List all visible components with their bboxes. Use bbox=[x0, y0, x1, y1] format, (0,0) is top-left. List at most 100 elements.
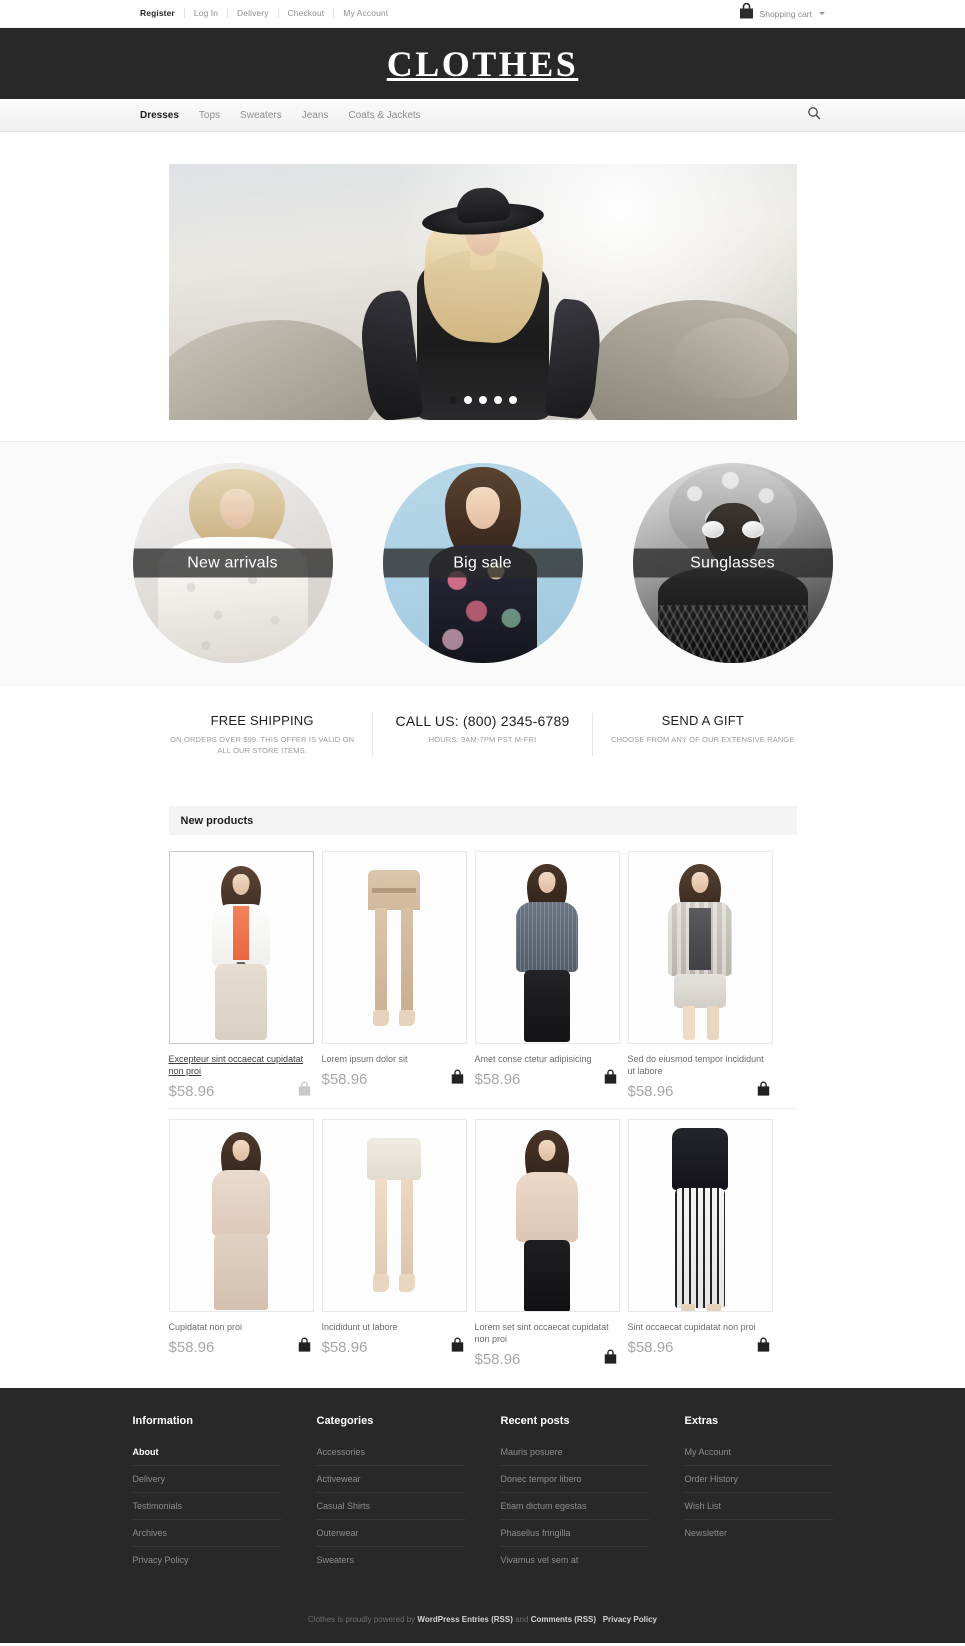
product-card[interactable]: Lorem ipsum dolor sit $58.96 bbox=[321, 851, 467, 1102]
product-card[interactable]: Sed do eiusmod tempor incididunt ut labo… bbox=[627, 851, 773, 1102]
footer-link-my-account[interactable]: My Account bbox=[685, 1439, 833, 1465]
nav-item-jeans[interactable]: Jeans bbox=[292, 109, 339, 122]
product-thumbnail[interactable] bbox=[321, 1119, 467, 1312]
product-name[interactable]: Sed do eiusmod tempor incididunt ut labo… bbox=[628, 1053, 773, 1077]
footer-link-wish-list[interactable]: Wish List bbox=[685, 1493, 833, 1519]
product-card[interactable]: Amet conse ctetur adipisicing $58.96 bbox=[474, 851, 620, 1102]
topnav-login[interactable]: Log In bbox=[183, 8, 227, 19]
footer-link-phasellus-fringilla[interactable]: Phasellus fringilla bbox=[501, 1520, 649, 1546]
product-name[interactable]: Cupidatat non proi bbox=[169, 1321, 314, 1333]
product-price: $58.96 bbox=[627, 1082, 674, 1100]
product-card[interactable]: Lorem set sint occaecat cupidatat non pr… bbox=[474, 1119, 620, 1370]
add-to-cart-icon[interactable] bbox=[450, 1069, 465, 1090]
search-button[interactable] bbox=[803, 105, 825, 127]
product-card[interactable]: Cupidatat non proi $58.96 bbox=[168, 1119, 314, 1370]
slider-dot-3[interactable] bbox=[478, 396, 487, 404]
site-logo[interactable]: CLOTHES bbox=[387, 46, 579, 82]
footer-link-outerwear[interactable]: Outerwear bbox=[317, 1520, 465, 1546]
footer-link-mauris-posuere[interactable]: Mauris posuere bbox=[501, 1439, 649, 1465]
slider-pagination[interactable] bbox=[448, 396, 517, 404]
footer-link-testimonials[interactable]: Testimonials bbox=[133, 1493, 281, 1519]
product-name[interactable]: Lorem set sint occaecat cupidatat non pr… bbox=[475, 1321, 620, 1345]
footer-link-accessories[interactable]: Accessories bbox=[317, 1439, 465, 1465]
list-item: Testimonials bbox=[132, 1493, 281, 1520]
product-price: $58.96 bbox=[321, 1070, 368, 1088]
slider-dot-5[interactable] bbox=[508, 396, 517, 404]
topnav-register[interactable]: Register bbox=[140, 8, 184, 19]
topnav-checkout[interactable]: Checkout bbox=[277, 8, 334, 19]
info-call-us: CALL US: (800) 2345-6789 HOURS: 9AM-7PM … bbox=[371, 713, 592, 756]
add-to-cart-icon[interactable] bbox=[603, 1069, 618, 1090]
slider-dot-2[interactable] bbox=[463, 396, 472, 404]
add-to-cart-icon[interactable] bbox=[450, 1337, 465, 1358]
copyright-link-comments-rss[interactable]: Comments (RSS) bbox=[531, 1615, 596, 1624]
product-card[interactable]: Excepteur sint occaecat cupidatat non pr… bbox=[168, 851, 314, 1102]
footer-link-archives[interactable]: Archives bbox=[133, 1520, 281, 1546]
add-to-cart-icon[interactable] bbox=[603, 1349, 618, 1370]
product-thumbnail[interactable] bbox=[168, 1119, 314, 1312]
product-thumbnail[interactable] bbox=[321, 851, 467, 1044]
shopping-cart-button[interactable]: Shopping cart bbox=[738, 2, 825, 25]
footer-link-activewear[interactable]: Activewear bbox=[317, 1466, 465, 1492]
footer-link-order-history[interactable]: Order History bbox=[685, 1466, 833, 1492]
nav-item-sweaters[interactable]: Sweaters bbox=[230, 109, 292, 122]
product-name[interactable]: Sint occaecat cupidatat non proi bbox=[628, 1321, 773, 1333]
product-thumbnail[interactable] bbox=[474, 1119, 620, 1312]
list-item: Archives bbox=[132, 1520, 281, 1547]
topnav-my-account[interactable]: My Account bbox=[333, 8, 397, 19]
slider-dot-4[interactable] bbox=[493, 396, 502, 404]
footer-link-privacy-policy[interactable]: Privacy Policy bbox=[133, 1547, 281, 1573]
topnav-delivery[interactable]: Delivery bbox=[227, 8, 278, 19]
footer-link-sweaters[interactable]: Sweaters bbox=[317, 1547, 465, 1573]
copyright-prefix: Clothes is proudly powered by bbox=[308, 1615, 416, 1624]
footer-link-delivery[interactable]: Delivery bbox=[133, 1466, 281, 1492]
category-label-big-sale: Big sale bbox=[453, 554, 512, 571]
product-card[interactable]: Incididunt ut labore $58.96 bbox=[321, 1119, 467, 1370]
nav-item-coats-jackets[interactable]: Coats & Jackets bbox=[338, 109, 430, 122]
nav-item-tops[interactable]: Tops bbox=[189, 109, 230, 122]
shopping-cart-label: Shopping cart bbox=[759, 8, 812, 19]
footer-link-newsletter[interactable]: Newsletter bbox=[685, 1520, 833, 1546]
copyright-link-wordpress-entries[interactable]: WordPress Entries (RSS) bbox=[417, 1615, 512, 1624]
shopping-bag-icon bbox=[738, 2, 755, 25]
product-name[interactable]: Excepteur sint occaecat cupidatat non pr… bbox=[169, 1053, 314, 1077]
slider-dot-1[interactable] bbox=[448, 396, 457, 404]
category-label-band: Sunglasses bbox=[632, 548, 833, 578]
footer-heading-categories: Categories bbox=[316, 1415, 374, 1427]
footer-copyright: Clothes is proudly powered by WordPress … bbox=[0, 1597, 965, 1643]
product-thumbnail[interactable] bbox=[627, 851, 773, 1044]
product-grid-row-2: Cupidatat non proi $58.96 Incididunt ut … bbox=[168, 1119, 797, 1370]
product-thumbnail[interactable] bbox=[168, 851, 314, 1044]
hero-slider[interactable] bbox=[168, 164, 797, 420]
footer-column-information: Information About Delivery Testimonials … bbox=[132, 1414, 281, 1573]
add-to-cart-icon[interactable] bbox=[297, 1337, 312, 1358]
product-thumbnail[interactable] bbox=[474, 851, 620, 1044]
add-to-cart-icon[interactable] bbox=[756, 1081, 771, 1102]
footer-link-donec-tempor-libero[interactable]: Donec tempor libero bbox=[501, 1466, 649, 1492]
category-new-arrivals[interactable]: New arrivals bbox=[132, 463, 333, 663]
footer-link-etiam-dictum-egestas[interactable]: Etiam dictum egestas bbox=[501, 1493, 649, 1519]
info-title-send-a-gift: SEND A GIFT bbox=[661, 713, 745, 728]
product-name[interactable]: Incididunt ut labore bbox=[322, 1321, 467, 1333]
footer-link-about[interactable]: About bbox=[133, 1439, 281, 1465]
product-name[interactable]: Amet conse ctetur adipisicing bbox=[475, 1053, 620, 1065]
footer-link-vivamus-vel-sem-at[interactable]: Vivamus vel sem at bbox=[501, 1547, 649, 1573]
page-root: Register Log In Delivery Checkout My Acc… bbox=[0, 0, 965, 1643]
category-big-sale[interactable]: Big sale bbox=[382, 463, 583, 663]
product-name[interactable]: Lorem ipsum dolor sit bbox=[322, 1053, 467, 1065]
search-icon bbox=[807, 106, 821, 125]
footer-heading-recent-posts: Recent posts bbox=[500, 1415, 570, 1427]
info-sub-send-a-gift: CHOOSE FROM ANY OF OUR EXTENSIVE RANGE bbox=[611, 735, 795, 744]
footer-link-casual-shirts[interactable]: Casual Shirts bbox=[317, 1493, 465, 1519]
add-to-cart-icon[interactable] bbox=[297, 1081, 312, 1102]
category-sunglasses[interactable]: Sunglasses bbox=[632, 463, 833, 663]
product-card[interactable]: Sint occaecat cupidatat non proi $58.96 bbox=[627, 1119, 773, 1370]
nav-item-dresses[interactable]: Dresses bbox=[140, 109, 189, 122]
list-item: Wish List bbox=[684, 1493, 833, 1520]
add-to-cart-icon[interactable] bbox=[756, 1337, 771, 1358]
info-benefits-bar: FREE SHIPPING ON ORDERS OVER $99. THIS O… bbox=[0, 685, 965, 782]
main-navigation-bar: Dresses Tops Sweaters Jeans Coats & Jack… bbox=[0, 99, 965, 132]
product-thumbnail[interactable] bbox=[627, 1119, 773, 1312]
copyright-link-privacy-policy[interactable]: Privacy Policy bbox=[603, 1615, 657, 1624]
list-item: Donec tempor libero bbox=[500, 1466, 649, 1493]
